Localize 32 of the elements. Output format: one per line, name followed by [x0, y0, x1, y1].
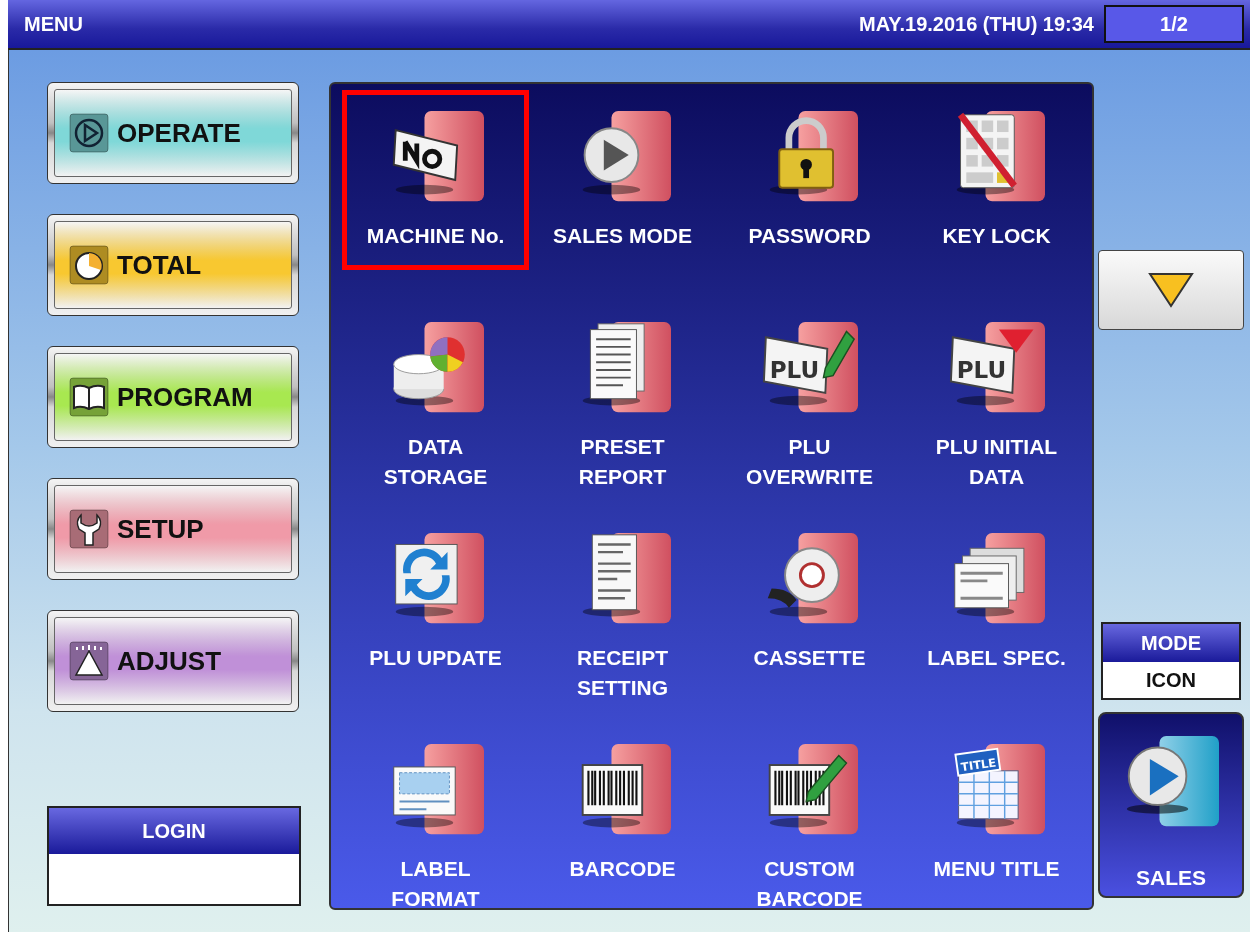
gauge-icon — [69, 641, 109, 681]
login-label: LOGIN — [49, 808, 299, 854]
page-down-button[interactable] — [1098, 250, 1244, 330]
mode-button-face: TOTAL — [54, 221, 292, 309]
mode-button[interactable]: OPERATE — [47, 82, 299, 184]
menu-item[interactable]: SALES MODE — [529, 90, 716, 270]
mode-button[interactable]: ADJUST — [47, 610, 299, 712]
menu-item[interactable]: PLU UPDATE — [342, 512, 529, 692]
menu-item[interactable]: BARCODE — [529, 723, 716, 903]
mode-button[interactable]: TOTAL — [47, 214, 299, 316]
menu-item[interactable]: MACHINE No. — [342, 90, 529, 270]
mode-button-face: ADJUST — [54, 617, 292, 705]
menu-item[interactable]: CASSETTE — [716, 512, 903, 692]
mode-button-face: SETUP — [54, 485, 292, 573]
menu-item[interactable]: TITLE MENU TITLE — [903, 723, 1090, 903]
down-triangle-icon — [1148, 272, 1194, 308]
menu-item[interactable]: PASSWORD — [716, 90, 903, 270]
mode-button-face: PROGRAM — [54, 353, 292, 441]
mode-button-face: OPERATE — [54, 89, 292, 177]
mode-button[interactable]: PROGRAM — [47, 346, 299, 448]
date-time: MAY.19.2016 (THU) 19:34 — [859, 12, 1094, 36]
screen-title: MENU — [24, 12, 83, 36]
sales-button[interactable]: SALES — [1098, 712, 1244, 898]
menu-item[interactable]: LABEL SPEC. — [903, 512, 1090, 692]
wrench-icon — [69, 509, 109, 549]
pie-timer-icon — [69, 245, 109, 285]
mode-button[interactable]: SETUP — [47, 478, 299, 580]
open-book-icon — [69, 377, 109, 417]
mode-label: MODE — [1103, 624, 1239, 662]
menu-item[interactable]: KEY LOCK — [903, 90, 1090, 270]
mode-value[interactable]: ICON — [1103, 662, 1239, 698]
page-indicator: 1/2 — [1104, 5, 1244, 43]
